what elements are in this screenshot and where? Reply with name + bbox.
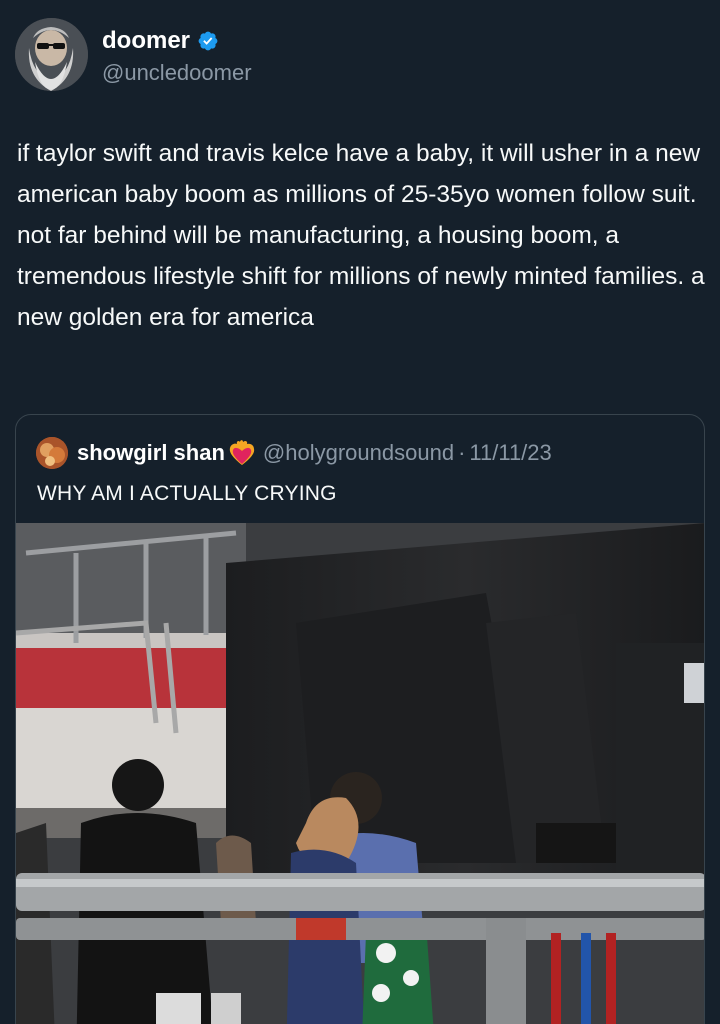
quote-date[interactable]: 11/11/23 [469,440,551,466]
quote-avatar-image [36,437,68,469]
author-display-name[interactable]: doomer [102,27,219,55]
quoted-tweet-card[interactable]: showgirl shan @holygroundsound · 11/11/2… [15,414,705,1024]
quote-separator: · [458,440,466,465]
quote-display-name[interactable]: showgirl shan [77,440,225,466]
quote-header: showgirl shan @holygroundsound · 11/11/2… [36,437,552,469]
avatar-image [15,18,88,91]
heart-on-fire-icon [229,440,255,465]
author-handle[interactable]: @uncledoomer [102,60,252,86]
photo-icon [16,523,704,1024]
tweet-view: doomer @uncledoomer if taylor swift and … [0,0,720,1024]
author-name-text: doomer [102,27,191,54]
verified-badge-icon [198,31,218,51]
quote-handle[interactable]: @holygroundsound [263,440,454,466]
tweet-text: if taylor swift and travis kelce have a … [17,140,705,331]
author-avatar[interactable] [15,18,88,91]
quote-text: WHY AM I ACTUALLY CRYING [37,482,337,505]
quote-media-photo[interactable] [16,523,704,1024]
quote-author-avatar[interactable] [36,437,68,469]
